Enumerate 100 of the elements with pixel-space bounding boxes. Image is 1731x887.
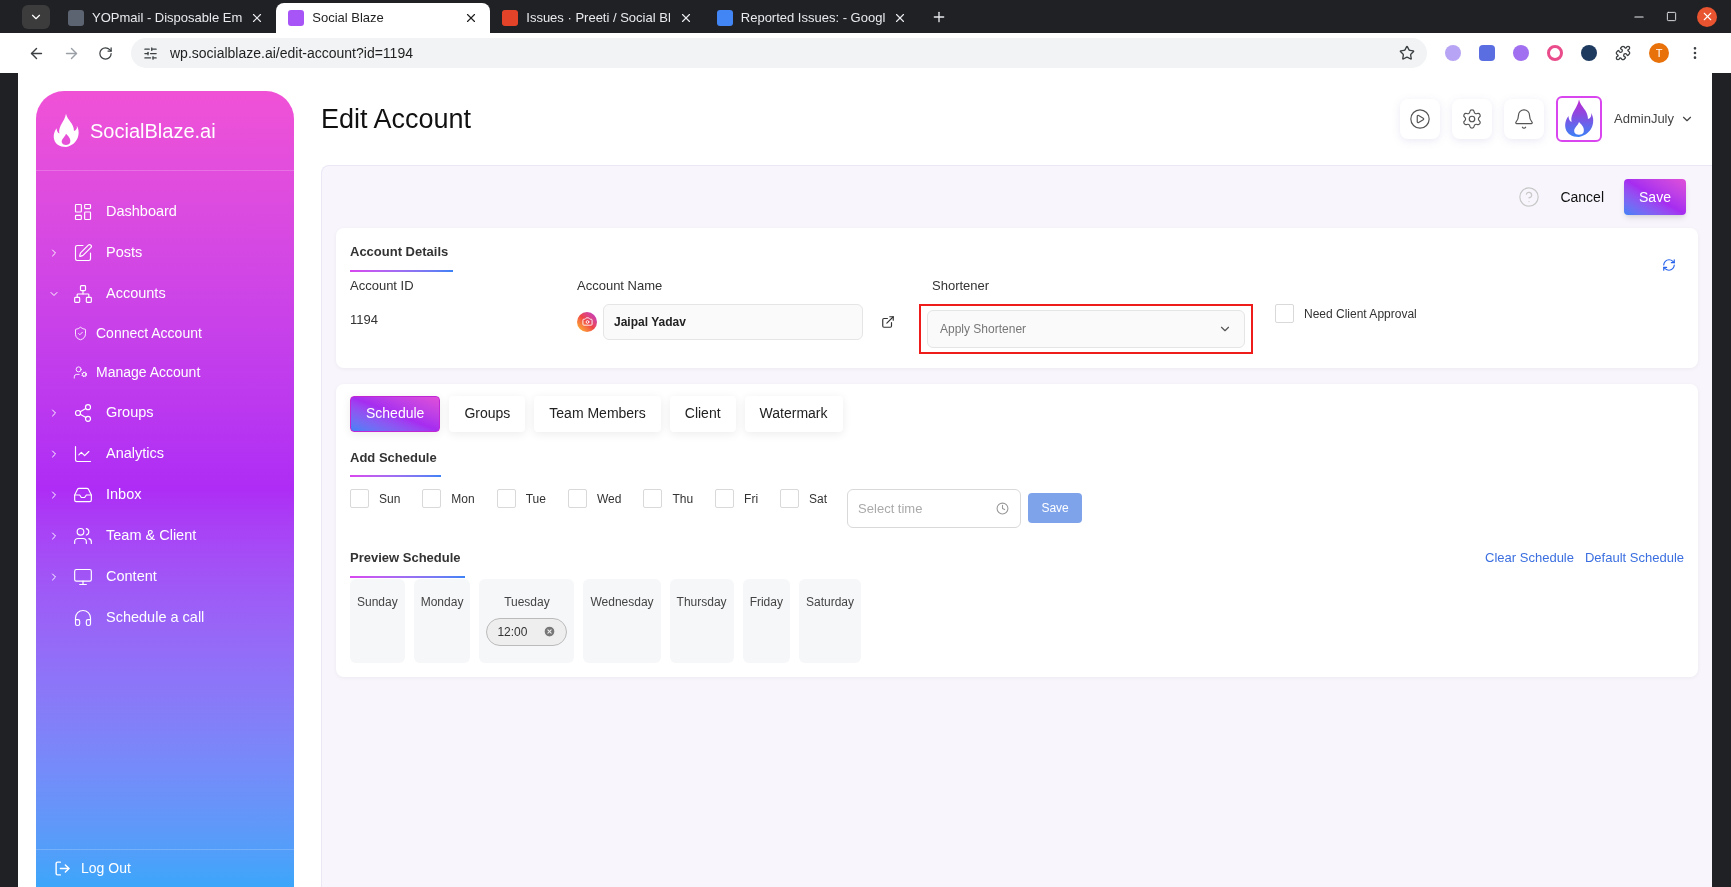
checkbox-label: Wed — [596, 490, 622, 508]
dashboard-icon — [73, 201, 93, 222]
shield-icon — [73, 326, 88, 341]
network-icon — [73, 283, 93, 304]
refresh-icon[interactable] — [1662, 258, 1676, 272]
page-title: Edit Account — [321, 102, 472, 136]
play-icon — [1409, 108, 1432, 130]
extension-icon[interactable] — [1581, 45, 1597, 61]
bell-icon — [1513, 108, 1536, 130]
day-checkbox[interactable] — [715, 489, 735, 508]
tab-title: Issues · Preeti / Social Bl — [526, 9, 671, 28]
browser-tab[interactable]: YOPmail - Disposable Em — [56, 3, 277, 33]
add-time-button[interactable]: Save — [1028, 493, 1083, 523]
section-heading: Preview Schedule — [350, 549, 462, 567]
day-checkbox[interactable] — [496, 489, 516, 508]
nav-item[interactable]: Inbox — [36, 474, 294, 515]
field-label: Account ID — [350, 277, 415, 295]
video-button[interactable] — [1400, 99, 1441, 139]
day-checkbox[interactable] — [567, 489, 587, 508]
reload-icon[interactable] — [98, 45, 113, 61]
close-window-icon[interactable] — [1697, 6, 1717, 27]
nav-item[interactable]: Posts — [36, 232, 294, 273]
section-heading: Add Schedule — [350, 448, 437, 467]
external-link-icon[interactable] — [881, 314, 895, 329]
logout-icon — [54, 860, 71, 877]
section-heading: Account Details — [350, 243, 450, 261]
tab[interactable]: Client — [669, 395, 736, 432]
maximize-icon[interactable] — [1666, 11, 1677, 22]
day-name: Saturday — [805, 593, 854, 611]
day-checkbox[interactable] — [643, 489, 663, 508]
user-gear-icon — [73, 365, 88, 380]
checkbox-label: Fri — [744, 490, 759, 508]
checkbox-label: Need Client Approval — [1304, 305, 1417, 323]
account-name-field[interactable]: Jaipal Yadav — [603, 303, 863, 340]
checkbox-label: Sat — [809, 490, 828, 508]
schedule-link[interactable]: Clear Schedule — [1485, 548, 1574, 568]
time-chip: 12:00 — [486, 617, 568, 646]
user-avatar[interactable] — [1556, 96, 1603, 142]
day-name: Monday — [420, 593, 464, 611]
cancel-button[interactable]: Cancel — [1560, 186, 1604, 208]
tab-title: YOPmail - Disposable Em — [92, 9, 243, 28]
day-name: Thursday — [676, 593, 727, 611]
nav-item[interactable]: Team & Client — [36, 515, 294, 556]
checkbox-label: Sun — [379, 490, 401, 508]
day-checkbox[interactable] — [350, 489, 369, 508]
day-name: Wednesday — [590, 593, 654, 611]
settings-icon — [1461, 108, 1484, 130]
logout-link[interactable]: Log Out — [81, 858, 131, 879]
nav-item[interactable]: Accounts — [36, 273, 294, 314]
extensions-icon[interactable] — [1615, 45, 1631, 61]
tab[interactable]: Watermark — [744, 395, 843, 432]
tab-title: Reported Issues: - Googl — [740, 9, 886, 28]
checkbox-label: Mon — [451, 490, 475, 508]
monitor-icon — [73, 566, 93, 587]
profile-avatar[interactable]: T — [1649, 43, 1669, 63]
field-label: Shortener — [931, 277, 991, 295]
address-field[interactable]: wp.socialblaze.ai/edit-account?id=1194 — [131, 38, 1427, 68]
bookmark-star-icon[interactable] — [1399, 45, 1415, 61]
nav-subitem[interactable]: Connect Account — [36, 314, 294, 353]
day-checkbox[interactable] — [422, 489, 442, 508]
browser-tab[interactable]: Social Blaze — [276, 3, 491, 33]
nav-item[interactable]: Analytics — [36, 433, 294, 474]
schedule-link[interactable]: Default Schedule — [1585, 548, 1684, 568]
account-id: 1194 — [350, 310, 379, 329]
tab-list-button[interactable] — [22, 4, 50, 29]
nav-item[interactable]: Groups — [36, 392, 294, 433]
headset-icon — [73, 607, 93, 628]
tab[interactable]: Team Members — [534, 395, 661, 432]
settings-button[interactable] — [1452, 99, 1493, 139]
share-icon — [73, 402, 93, 423]
line-chart-icon — [73, 443, 93, 464]
day-checkbox[interactable] — [780, 489, 800, 508]
checkbox-label: Tue — [525, 490, 546, 508]
edit-icon — [73, 242, 93, 263]
brand-name: SocialBlaze.ai — [90, 118, 216, 144]
tab[interactable]: Schedule — [350, 395, 441, 432]
nav-item[interactable]: Content — [36, 556, 294, 597]
day-name: Tuesday — [504, 593, 550, 611]
user-menu[interactable]: AdminJuly — [1614, 109, 1694, 129]
remove-icon[interactable] — [543, 625, 557, 638]
users-icon — [73, 525, 93, 546]
field-label: Account Name — [577, 277, 664, 295]
nav-item[interactable]: Dashboard — [36, 191, 294, 232]
browser-tab[interactable]: Reported Issues: - Googl — [704, 3, 920, 33]
save-button[interactable]: Save — [1624, 179, 1686, 215]
shortener-select[interactable]: Apply Shortener — [927, 309, 1245, 348]
day-name: Sunday — [357, 593, 398, 611]
checkbox-label: Thu — [672, 490, 694, 508]
tab[interactable]: Groups — [449, 395, 526, 432]
site-settings-icon[interactable] — [143, 45, 158, 61]
browser-tab[interactable]: Issues · Preeti / Social Bl — [490, 3, 705, 33]
clock-icon — [996, 502, 1010, 515]
tab-title: Social Blaze — [312, 9, 385, 28]
time-field[interactable]: Select time — [847, 489, 1022, 528]
nav-item[interactable]: Schedule a call — [36, 597, 294, 638]
approval-checkbox[interactable] — [1275, 304, 1294, 323]
nav-subitem[interactable]: Manage Account — [36, 353, 294, 392]
camera-icon — [577, 311, 597, 332]
day-name: Friday — [749, 593, 783, 611]
notifications-button[interactable] — [1504, 99, 1545, 139]
